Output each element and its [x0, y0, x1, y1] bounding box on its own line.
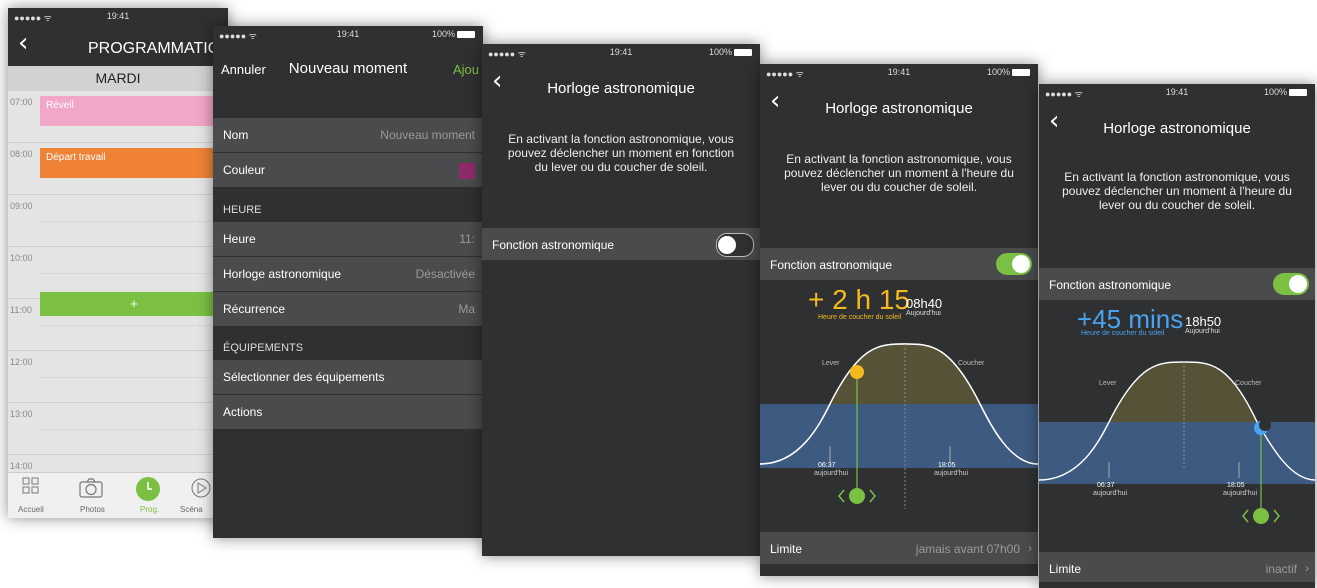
battery-icon	[734, 49, 752, 57]
hour-label: 09:00	[10, 201, 33, 211]
select-equipments-row[interactable]: Sélectionner des équipements	[213, 360, 483, 394]
status-bar: ●●●●● ᯤ 19:41 100%	[213, 26, 483, 42]
lever-label: Lever	[1099, 380, 1117, 387]
name-row[interactable]: Nom Nouveau moment	[213, 118, 483, 152]
play-icon[interactable]	[190, 477, 212, 504]
battery-icon	[1289, 89, 1307, 97]
section-equipements: ÉQUIPEMENTS	[223, 342, 304, 354]
astro-toggle-row[interactable]: Fonction astronomique	[760, 248, 1038, 280]
coucher-label: Coucher	[958, 360, 985, 367]
status-bar: ●●●●● ᯤ 19:41	[8, 8, 228, 24]
page-title: Horloge astronomique	[547, 80, 695, 97]
recurrence-row[interactable]: Récurrence Ma	[213, 292, 483, 326]
offset-caption: Heure de coucher du soleil	[1081, 330, 1165, 337]
astro-row[interactable]: Horloge astronomique Désactivée	[213, 257, 483, 291]
astro-toggle[interactable]	[1273, 273, 1309, 295]
target-time: 08h40	[906, 296, 943, 311]
tab-accueil[interactable]: Accueil	[18, 505, 44, 514]
clock-icon[interactable]	[136, 477, 160, 501]
header: ●●●●● ᯤ 19:41 ‹ PROGRAMMATION	[8, 8, 228, 66]
hour-label: 07:00	[10, 97, 33, 107]
set-caption: aujourd'hui	[934, 470, 969, 477]
hour-row: 13:00	[8, 402, 228, 455]
target-time: 18h50	[1185, 314, 1222, 329]
hour-label: 08:00	[10, 149, 33, 159]
limit-row[interactable]: Limite jamais avant 07h00 ›	[760, 532, 1038, 564]
screen-programmation: ●●●●● ᯤ 19:41 ‹ PROGRAMMATION MARDI 07:00…	[8, 8, 228, 518]
hour-label: 13:00	[10, 409, 33, 419]
status-bar: ●●●●● ᯤ 19:41 100%	[1039, 84, 1315, 100]
status-bar: ●●●●● ᯤ 19:41 100%	[482, 44, 760, 60]
hour-row[interactable]: Heure 11:	[213, 222, 483, 256]
name-input[interactable]: Nouveau moment	[380, 128, 475, 142]
sun-curve-chart	[1039, 361, 1315, 524]
calendar-grid: 07:00 08:00 09:00 10:00 11:00 12:00 13:00 14:00…	[8, 90, 228, 482]
hour-row: 09:00	[8, 194, 228, 247]
hour-label: 10:00	[10, 253, 33, 263]
section-heure: HEURE	[223, 204, 262, 216]
color-swatch[interactable]	[459, 163, 475, 179]
page-title: Horloge astronomique	[825, 100, 973, 117]
drag-handle[interactable]	[849, 488, 865, 504]
battery-icon	[1012, 69, 1030, 77]
description: En activant la fonction astronomique, vo…	[784, 152, 1014, 194]
screen-nouveau-moment: ●●●●● ᯤ 19:41 100% Annuler Nouveau moment …	[213, 26, 483, 538]
tab-prog[interactable]: Prog.	[140, 505, 159, 514]
screen-horloge-coucher: ●●●●● ᯤ 19:41 100% ‹ Horloge astronomique …	[1039, 84, 1315, 588]
page-title: Nouveau moment	[288, 60, 408, 77]
chevron-right-icon: ›	[1305, 561, 1309, 575]
tab-accueil-icon[interactable]	[22, 477, 44, 499]
set-time: 18:05	[938, 462, 956, 469]
screen-horloge-lever: ●●●●● ᯤ 19:41 100% ‹ Horloge astronomique …	[760, 64, 1038, 576]
add-button[interactable]: Ajou	[453, 62, 479, 77]
sun-curve-chart	[760, 343, 1038, 509]
limit-row[interactable]: Limite inactif ›	[1039, 552, 1315, 582]
description: En activant la fonction astronomique, vo…	[507, 132, 735, 174]
chevron-right-icon: ›	[1028, 541, 1032, 555]
hour-label: 12:00	[10, 357, 33, 367]
target-caption: Aujourd'hui	[1185, 328, 1220, 335]
rise-time: 06:37	[1097, 482, 1115, 489]
tab-photos[interactable]: Photos	[80, 505, 105, 514]
page-title: Horloge astronomique	[1103, 120, 1251, 137]
calendar-event[interactable]: Départ travail	[40, 148, 228, 178]
description: En activant la fonction astronomique, vo…	[1062, 170, 1292, 212]
night-band	[760, 404, 1038, 468]
sun-marker[interactable]	[850, 365, 864, 379]
astro-toggle-row[interactable]: Fonction astronomique	[1039, 268, 1315, 300]
add-moment-button[interactable]: +	[40, 292, 228, 316]
target-caption: Aujourd'hui	[906, 310, 941, 317]
day-area	[1109, 362, 1257, 422]
status-time: 19:41	[106, 11, 130, 21]
set-caption: aujourd'hui	[1223, 490, 1258, 497]
back-icon[interactable]: ‹	[18, 28, 28, 58]
drag-handle[interactable]	[1253, 508, 1269, 524]
rise-time: 06:37	[818, 462, 836, 469]
rise-caption: aujourd'hui	[1093, 490, 1128, 497]
screen-horloge-off: ●●●●● ᯤ 19:41 100% ‹ Horloge astronomique …	[482, 44, 760, 556]
day-header: MARDI	[8, 66, 228, 90]
color-row[interactable]: Couleur	[213, 153, 483, 187]
offset-caption: Heure de coucher du soleil	[818, 314, 902, 321]
hour-label: 14:00	[10, 461, 33, 471]
camera-icon[interactable]	[78, 477, 104, 504]
rise-caption: aujourd'hui	[814, 470, 849, 477]
night-band	[1039, 422, 1315, 484]
astro-toggle-row[interactable]: Fonction astronomique	[482, 228, 760, 260]
coucher-label: Coucher	[1235, 380, 1262, 387]
battery-icon	[457, 31, 475, 39]
hour-label: 11:00	[10, 305, 32, 315]
page-title: PROGRAMMATION	[88, 40, 228, 57]
calendar-event[interactable]: Réveil	[40, 96, 228, 126]
tab-bar: Accueil Photos Prog. Scéna	[8, 472, 228, 518]
status-bar: ●●●●● ᯤ 19:41 100%	[760, 64, 1038, 80]
astro-toggle[interactable]	[716, 233, 754, 257]
tab-scenarios[interactable]: Scéna	[180, 505, 203, 514]
actions-row[interactable]: Actions	[213, 395, 483, 429]
offset-value: + 2 h 15	[808, 284, 910, 315]
set-time: 18:05	[1227, 482, 1245, 489]
lever-label: Lever	[822, 360, 840, 367]
astro-toggle[interactable]	[996, 253, 1032, 275]
hour-row: 12:00	[8, 350, 228, 403]
